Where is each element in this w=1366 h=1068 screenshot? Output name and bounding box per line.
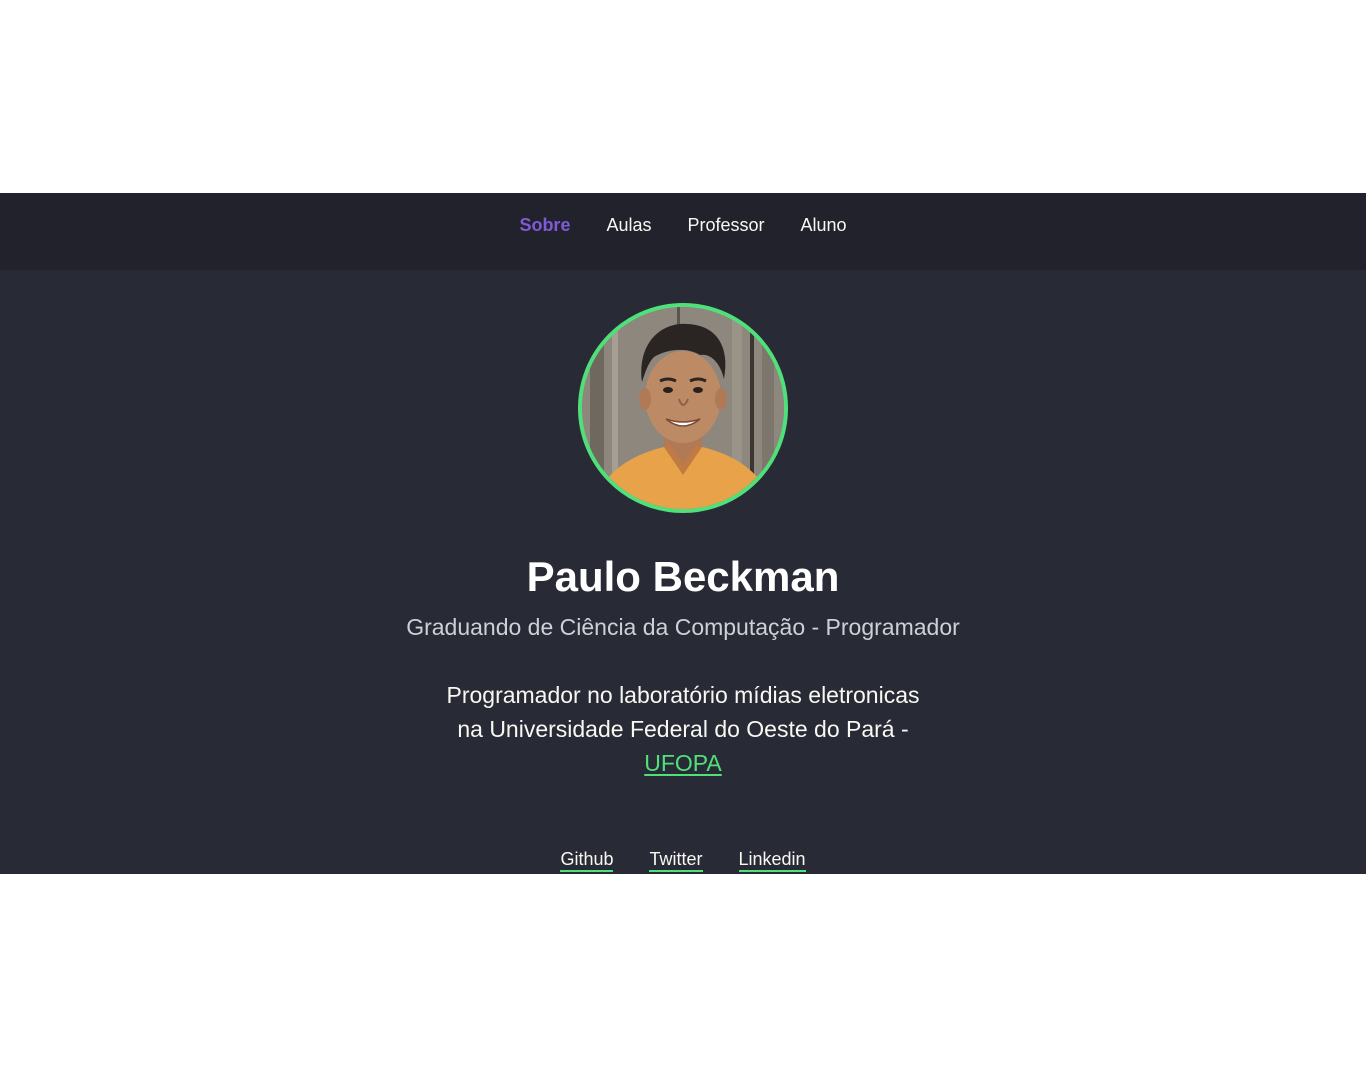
profile-bio: Programador no laboratório mídias eletro… (423, 678, 943, 780)
nav-link-aluno[interactable]: Aluno (801, 215, 847, 235)
top-navbar: Sobre Aulas Professor Aluno (0, 193, 1366, 270)
nav-link-professor[interactable]: Professor (687, 215, 764, 235)
social-links: Github Twitter Linkedin (560, 848, 806, 872)
bio-line-1: Programador no laboratório mídias eletro… (446, 682, 920, 708)
twitter-link[interactable]: Twitter (649, 848, 703, 872)
bio-line-2: na Universidade Federal do Oeste do Pará… (457, 716, 909, 742)
profile-name: Paulo Beckman (526, 553, 840, 600)
profile-subtitle: Graduando de Ciência da Computação - Pro… (406, 614, 960, 640)
github-link[interactable]: Github (560, 848, 614, 872)
nav-link-sobre[interactable]: Sobre (519, 215, 570, 235)
avatar-photo (582, 307, 784, 509)
profile-section: Paulo Beckman Graduando de Ciência da Co… (0, 270, 1366, 872)
page-frame: Sobre Aulas Professor Aluno Paulo Beckma… (0, 193, 1366, 874)
ufopa-link[interactable]: UFOPA (644, 750, 722, 776)
linkedin-link[interactable]: Linkedin (738, 848, 806, 872)
avatar (578, 303, 788, 513)
nav-link-aulas[interactable]: Aulas (606, 215, 651, 235)
